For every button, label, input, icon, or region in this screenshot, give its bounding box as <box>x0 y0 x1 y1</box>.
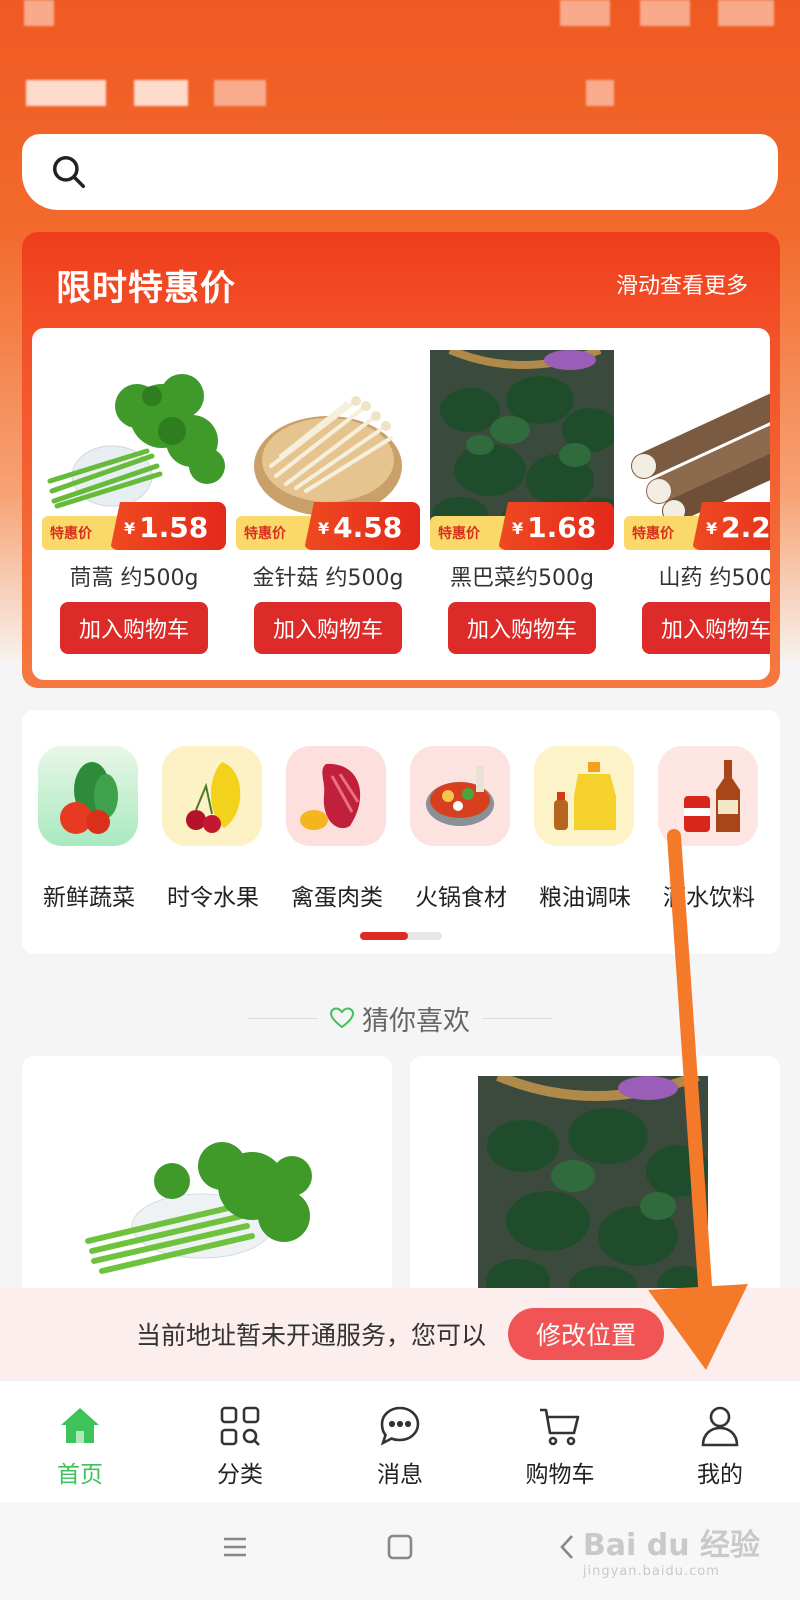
currency-symbol: ¥ <box>124 519 136 538</box>
currency-symbol: ¥ <box>318 519 330 538</box>
category-item[interactable]: 时令水果 <box>150 746 276 912</box>
category-item[interactable]: 禽蛋肉类 <box>274 746 400 912</box>
product-image[interactable] <box>22 1076 392 1306</box>
category-label: 粮油调味 <box>539 885 631 911</box>
fruit-icon <box>162 746 262 846</box>
category-page-indicator <box>360 932 442 940</box>
flash-sale-products[interactable]: 特惠价 ¥1.58 茼蒿 约500g 加入购物车 特惠价 ¥ 4.58 金针菇 … <box>32 328 770 680</box>
flash-sale-section: 限时特惠价 滑动查看更多 特惠价 ¥ 1.58 茼蒿 约500g 加入购物车 特… <box>22 232 780 688</box>
service-area-notice: 当前地址暂未开通服务，您可以 修改位置 <box>0 1288 800 1380</box>
tab-label: 首页 <box>57 1462 103 1488</box>
tab-category[interactable]: 分类 <box>180 1403 300 1489</box>
category-item[interactable]: 新鲜蔬菜 <box>26 746 152 912</box>
status-bar-icons <box>718 0 774 26</box>
product-card[interactable]: 特惠价 ¥4.58 金针菇 约500g 加入购物车 <box>226 328 420 680</box>
product-card[interactable]: 特惠价 ¥2.2 山药 约500 加入购物车 <box>614 328 770 680</box>
category-label: 新鲜蔬菜 <box>43 885 135 911</box>
bottom-tab-bar: 首页 分类 消息 购物车 我的 <box>0 1380 800 1502</box>
category-label: 时令水果 <box>167 885 259 911</box>
sale-tag: 特惠价 <box>236 516 316 550</box>
product-name[interactable]: 金针菇 约500g <box>236 560 420 592</box>
price-badge: 特惠价 ¥2.2 <box>624 502 770 550</box>
category-item[interactable]: 火锅食材 <box>398 746 524 912</box>
location-label[interactable] <box>214 80 266 106</box>
divider <box>248 1017 318 1019</box>
product-price: 1.58 <box>139 511 209 544</box>
watermark: Bai du 经验 jingyan.baidu.com <box>583 1520 760 1579</box>
location-label[interactable] <box>134 80 188 106</box>
tab-messages[interactable]: 消息 <box>340 1403 460 1489</box>
tab-home[interactable]: 首页 <box>20 1403 140 1489</box>
category-grid: 新鲜蔬菜 时令水果 禽蛋肉类 火锅食材 粮油调味 酒水饮料 <box>22 710 780 954</box>
flash-sale-title: 限时特惠价 <box>56 269 237 309</box>
status-bar-icons <box>560 0 610 26</box>
sale-tag: 特惠价 <box>42 516 122 550</box>
product-name[interactable]: 山药 约500 <box>624 560 771 592</box>
sale-tag: 特惠价 <box>430 516 510 550</box>
recommended-product-card[interactable] <box>22 1056 392 1306</box>
category-item[interactable]: 粮油调味 <box>522 746 648 912</box>
tab-label: 消息 <box>377 1462 423 1488</box>
product-card[interactable]: 特惠价 ¥1.58 茼蒿 约500g 加入购物车 <box>32 328 226 680</box>
tab-label: 购物车 <box>525 1462 595 1488</box>
notice-text: 当前地址暂未开通服务，您可以 <box>135 1321 486 1350</box>
profile-icon <box>701 1406 739 1447</box>
sale-tag: 特惠价 <box>624 516 704 550</box>
system-navigation-bar: Bai du 经验 jingyan.baidu.com <box>0 1502 800 1600</box>
product-image[interactable] <box>478 1076 708 1306</box>
status-bar-icons <box>640 0 690 26</box>
heart-icon <box>330 1007 354 1029</box>
status-bar-icons <box>24 0 54 26</box>
recommended-product-card[interactable] <box>410 1056 780 1306</box>
menu-icon[interactable] <box>222 1532 248 1562</box>
product-card[interactable]: 特惠价 ¥1.68 黑巴菜约500g 加入购物车 <box>420 328 614 680</box>
change-location-button[interactable]: 修改位置 <box>508 1308 664 1360</box>
product-name[interactable]: 黑巴菜约500g <box>430 560 614 592</box>
recommendations-header: 猜你喜欢 <box>0 996 800 1040</box>
add-to-cart-button[interactable]: 加入购物车 <box>448 602 596 654</box>
oil-icon <box>534 746 634 846</box>
tab-cart[interactable]: 购物车 <box>500 1403 620 1489</box>
add-to-cart-button[interactable]: 加入购物车 <box>254 602 402 654</box>
location-label[interactable] <box>26 80 106 106</box>
cart-icon <box>540 1408 580 1446</box>
category-item[interactable]: 酒水饮料 <box>646 746 772 912</box>
category-icon <box>220 1406 260 1446</box>
product-price: 4.58 <box>333 511 403 544</box>
home-icon <box>61 1408 99 1443</box>
tab-profile[interactable]: 我的 <box>660 1403 780 1489</box>
add-to-cart-button[interactable]: 加入购物车 <box>60 602 208 654</box>
search-icon <box>53 156 85 188</box>
watermark-main: Bai du 经验 <box>582 1528 760 1563</box>
recommendations-title: 猜你喜欢 <box>362 1005 470 1037</box>
category-label: 火锅食材 <box>415 885 507 911</box>
price-badge: 特惠价 ¥1.68 <box>430 502 614 550</box>
category-label: 禽蛋肉类 <box>291 885 383 911</box>
home-button-icon[interactable] <box>386 1532 414 1562</box>
price-badge: 特惠价 ¥1.58 <box>42 502 226 550</box>
tab-label: 分类 <box>217 1462 263 1488</box>
watermark-url: jingyan.baidu.com <box>582 1564 720 1579</box>
currency-symbol: ¥ <box>706 519 718 538</box>
tab-label: 我的 <box>697 1462 743 1488</box>
back-icon[interactable] <box>556 1532 578 1562</box>
add-to-cart-button[interactable]: 加入购物车 <box>642 602 770 654</box>
currency-symbol: ¥ <box>512 519 524 538</box>
header-icon[interactable] <box>586 80 614 106</box>
product-price: 1.68 <box>527 511 597 544</box>
price-badge: 特惠价 ¥4.58 <box>236 502 420 550</box>
hotpot-icon <box>410 746 510 846</box>
divider <box>482 1017 552 1019</box>
category-label: 酒水饮料 <box>663 885 755 911</box>
vegetable-icon <box>38 746 138 846</box>
drinks-icon <box>658 746 758 846</box>
product-name[interactable]: 茼蒿 约500g <box>42 560 226 592</box>
search-bar[interactable] <box>22 134 778 210</box>
message-icon <box>380 1406 420 1446</box>
meat-icon <box>286 746 386 846</box>
flash-sale-more-link[interactable]: 滑动查看更多 <box>616 268 748 300</box>
product-price: 2.2 <box>721 511 770 544</box>
